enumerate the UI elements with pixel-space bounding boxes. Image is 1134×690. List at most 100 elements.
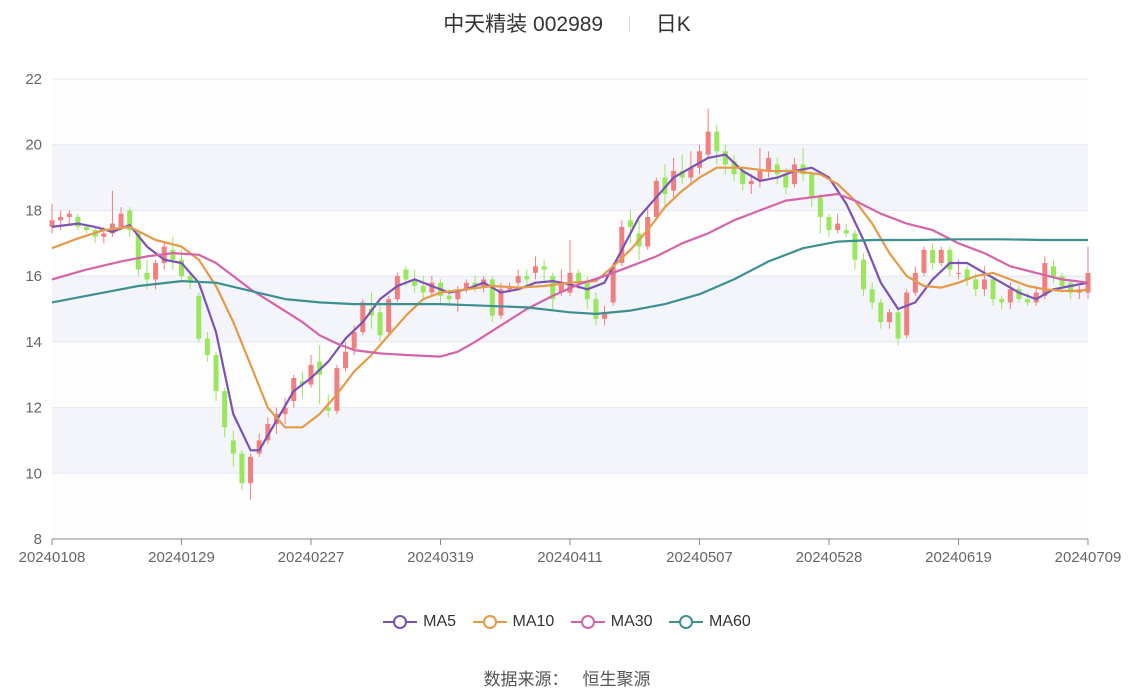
chart-legend: MA5 MA10 MA30 MA60: [0, 613, 1134, 634]
x-tick-label: 20240108: [19, 549, 86, 566]
candle-body: [981, 279, 987, 290]
candle-body: [1007, 289, 1013, 303]
candle-body: [360, 302, 366, 332]
candle-body: [826, 217, 832, 231]
candlestick-chart: 8 10 12 14 16 18 20 22 20240108 20240129 20240227 2…: [19, 71, 1122, 566]
candle-body: [869, 289, 875, 303]
candle-body: [990, 279, 996, 300]
data-source: 数据来源： 恒生聚源: [0, 665, 1134, 690]
grid-band: [52, 144, 1088, 211]
y-tick-label: 18: [25, 202, 42, 219]
y-tick-label: 14: [25, 334, 42, 351]
candle-body: [938, 249, 944, 263]
candle-body: [886, 312, 892, 323]
candle-body: [489, 279, 495, 316]
legend-item-ma10[interactable]: MA10: [472, 613, 555, 631]
candle-body: [774, 164, 780, 175]
candle-body: [705, 131, 711, 155]
grid-band: [52, 473, 1088, 539]
candle-body: [852, 233, 858, 260]
candle-body: [524, 276, 530, 280]
candle-body: [204, 338, 210, 355]
candle-body: [947, 249, 953, 270]
x-tick-label: 20240709: [1055, 549, 1122, 566]
candle-body: [878, 302, 884, 323]
candle-body: [593, 299, 599, 319]
y-tick-label: 20: [25, 137, 42, 154]
candle-body: [956, 272, 961, 274]
legend-label: MA10: [512, 613, 555, 630]
candle-body: [84, 226, 90, 231]
legend-item-ma60[interactable]: MA60: [669, 613, 751, 631]
candle-body: [420, 286, 426, 293]
candle-body: [101, 233, 107, 237]
candle-body: [843, 230, 849, 234]
legend-item-ma30[interactable]: MA30: [570, 613, 653, 631]
candle-body: [58, 217, 64, 221]
candle-body: [325, 407, 331, 411]
source-label: 数据来源：: [483, 670, 569, 689]
candle-body: [308, 364, 314, 385]
candle-body: [343, 351, 349, 369]
x-tick-label: 20240129: [148, 549, 215, 566]
candle-body: [239, 453, 245, 484]
candle-body: [835, 223, 841, 231]
candle-body: [334, 368, 340, 411]
candle-body: [541, 266, 547, 270]
legend-label: MA5: [423, 613, 457, 630]
candle-body: [230, 440, 236, 454]
candle-body: [532, 266, 538, 273]
candle-body: [783, 174, 789, 188]
candle-body: [861, 259, 867, 290]
candle-body: [895, 312, 901, 339]
legend-label: MA30: [610, 613, 653, 630]
ma60-legend-icon: [669, 615, 704, 629]
x-tick-label: 20240507: [666, 549, 733, 566]
candle-body: [748, 180, 754, 185]
x-tick-label: 20240528: [796, 549, 863, 566]
ma30-legend-icon: [570, 615, 605, 629]
grid-band: [52, 407, 1088, 474]
candle-body: [196, 295, 202, 339]
candle-body: [118, 213, 124, 227]
candle-body: [1025, 299, 1031, 303]
candle-body: [170, 249, 176, 260]
x-tick-label: 20240411: [537, 549, 603, 566]
y-tick-label: 12: [25, 400, 42, 417]
legend-label: MA60: [709, 613, 751, 630]
candle-body: [999, 299, 1005, 303]
candle-body: [930, 249, 936, 263]
candle-body: [75, 217, 81, 227]
candle-body: [791, 164, 797, 185]
candle-body: [973, 279, 979, 290]
candle-body: [66, 213, 72, 217]
y-tick-label: 22: [25, 71, 42, 88]
candle-body: [144, 272, 150, 280]
candle-body: [766, 157, 772, 171]
candle-body: [584, 282, 590, 300]
candle-body: [515, 276, 521, 283]
x-tick-label: 20240227: [278, 549, 345, 566]
candle-body: [809, 174, 815, 198]
candle-body: [222, 391, 228, 428]
candle-body: [722, 151, 728, 165]
legend-item-ma5[interactable]: MA5: [383, 613, 456, 631]
candle-body: [377, 312, 383, 336]
y-tick-label: 8: [34, 531, 42, 548]
candle-body: [627, 220, 633, 227]
candle-body: [904, 292, 910, 336]
y-tick-label: 16: [25, 268, 42, 285]
candle-body: [351, 332, 357, 349]
candle-body: [1050, 266, 1056, 277]
candle-body: [153, 263, 159, 280]
x-tick-label: 20240319: [407, 549, 474, 566]
ma5-legend-icon: [383, 615, 418, 629]
candle-body: [714, 131, 720, 152]
candle-body: [1059, 276, 1065, 286]
y-tick-label: 10: [25, 465, 42, 482]
ma10-legend-icon: [472, 615, 507, 629]
candle-body: [1042, 263, 1048, 296]
grid-band: [52, 79, 1088, 145]
candle-body: [248, 456, 254, 484]
candle-body: [921, 249, 927, 273]
